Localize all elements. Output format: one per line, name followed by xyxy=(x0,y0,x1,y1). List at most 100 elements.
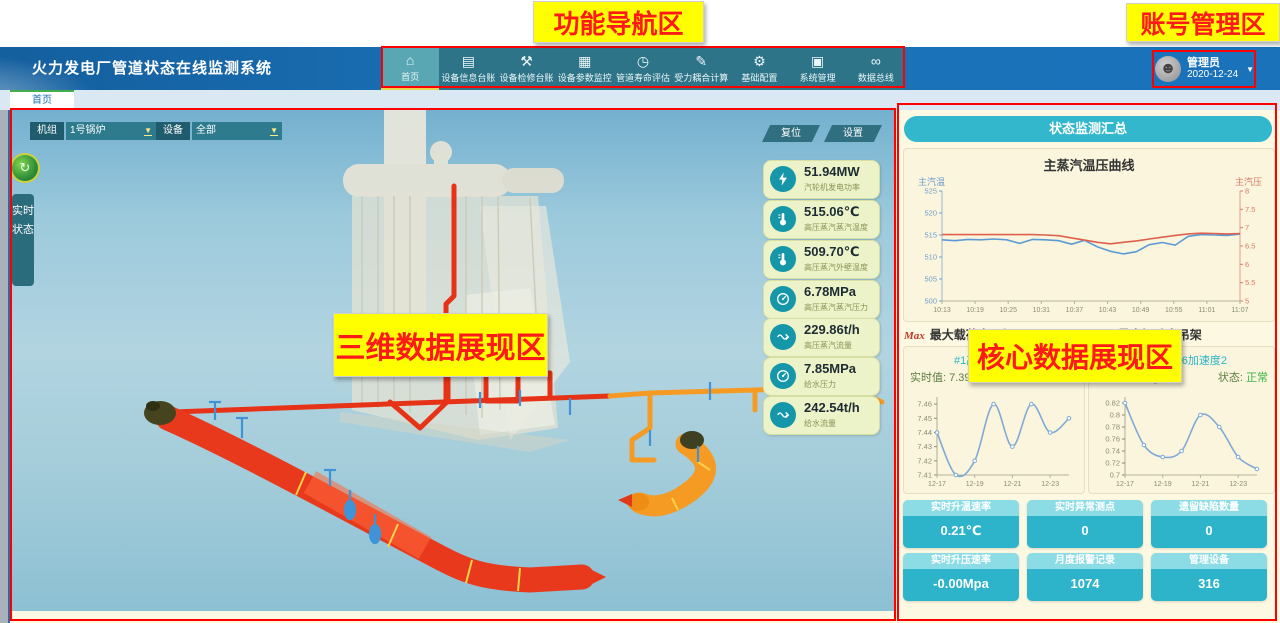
svg-text:12-23: 12-23 xyxy=(1229,481,1247,488)
metric-card-steam-flow: 229.86t/h 高压蒸汽流量 xyxy=(763,318,880,357)
svg-text:7.46: 7.46 xyxy=(917,400,932,409)
refresh-sphere-button[interactable]: ↻ xyxy=(12,155,38,181)
svg-text:10:19: 10:19 xyxy=(966,307,984,314)
svg-text:525: 525 xyxy=(924,187,937,196)
svg-text:515: 515 xyxy=(924,231,937,240)
svg-text:520: 520 xyxy=(924,209,937,218)
svg-text:0.72: 0.72 xyxy=(1105,459,1120,468)
svg-text:6.5: 6.5 xyxy=(1245,242,1255,251)
svg-text:10:43: 10:43 xyxy=(1099,307,1117,314)
svg-text:10:49: 10:49 xyxy=(1132,307,1150,314)
svg-text:0.82: 0.82 xyxy=(1105,399,1120,408)
filter-icon[interactable]: ▼ xyxy=(270,126,278,136)
annotation-label-scene: 三维数据展现区 xyxy=(333,313,548,377)
thermometer-icon xyxy=(770,206,796,232)
annotation-label-core: 核心数据展现区 xyxy=(968,329,1182,383)
chevron-down-icon[interactable]: ▼ xyxy=(1246,65,1254,74)
reset-button[interactable]: 复位 xyxy=(762,125,820,142)
flow-icon xyxy=(770,324,796,350)
tab-bar xyxy=(0,90,1280,111)
account-date: 2020-12-24 xyxy=(1187,69,1238,81)
page-title: 火力发电厂管道状态在线监测系统 xyxy=(32,47,272,90)
nav-item-data-bus[interactable]: ∞ 数据总线 xyxy=(847,47,905,90)
svg-text:6: 6 xyxy=(1245,260,1249,269)
svg-text:11:07: 11:07 xyxy=(1232,307,1249,314)
svg-text:500: 500 xyxy=(924,297,937,306)
filter-icon[interactable]: ▼ xyxy=(144,126,152,136)
svg-text:7.41: 7.41 xyxy=(917,471,932,480)
svg-text:0.8: 0.8 xyxy=(1110,411,1120,420)
nav-item-device-info-ledger[interactable]: ▤ 设备信息台账 xyxy=(439,47,497,90)
svg-text:7.45: 7.45 xyxy=(917,414,932,423)
svg-text:12-23: 12-23 xyxy=(1041,481,1059,488)
flow-icon xyxy=(770,402,796,428)
svg-text:10:31: 10:31 xyxy=(1033,307,1051,314)
settings-button[interactable]: 设置 xyxy=(824,125,882,142)
annotation-label-account: 账号管理区 xyxy=(1126,3,1280,42)
link-icon: ∞ xyxy=(871,53,881,69)
unit-label-chip: 机组 xyxy=(30,122,64,140)
nav-item-home[interactable]: ⌂ 首页 xyxy=(381,47,439,90)
svg-text:10:25: 10:25 xyxy=(999,307,1017,314)
svg-text:0.74: 0.74 xyxy=(1105,447,1120,456)
load-chart-svg: 7.417.427.437.447.457.4612-1712-1912-211… xyxy=(907,389,1079,489)
pen-tool-icon: ✎ xyxy=(695,53,707,69)
tab-home[interactable]: 首页 xyxy=(10,90,74,111)
svg-text:10:55: 10:55 xyxy=(1165,307,1183,314)
metric-card-wall-temp: 509.70℃ 高压蒸汽外壁温度 xyxy=(763,240,880,279)
stat-card-monthly-alarms: 月度报警记录 1074 xyxy=(1027,553,1143,601)
svg-text:510: 510 xyxy=(924,253,937,262)
account-name: 管理员 xyxy=(1187,57,1238,69)
metric-card-generator-power: 51.94MW 汽轮机发电功率 xyxy=(763,160,880,199)
svg-text:505: 505 xyxy=(924,275,937,284)
main-chart-svg: 50050551051552052555.566.577.5810:1310:1… xyxy=(908,185,1270,317)
nav-item-pipe-life-eval[interactable]: ◷ 管道寿命评估 xyxy=(614,47,672,90)
nav-item-device-repair-ledger[interactable]: ⚒ 设备检修台账 xyxy=(497,47,555,90)
unit-select[interactable]: 1号锅炉 ▼ xyxy=(66,122,156,140)
annotation-label-nav: 功能导航区 xyxy=(533,1,704,43)
svg-text:12-19: 12-19 xyxy=(966,481,984,488)
app-window: 火力发电厂管道状态在线监测系统 ⌂ 首页 ▤ 设备信息台账 ⚒ 设备检修台账 ▦… xyxy=(0,0,1280,623)
svg-text:0.78: 0.78 xyxy=(1105,423,1120,432)
svg-text:7.5: 7.5 xyxy=(1245,205,1255,214)
main-chart-title: 主蒸汽温压曲线 xyxy=(904,155,1274,174)
svg-text:0.7: 0.7 xyxy=(1110,471,1120,480)
svg-text:12-17: 12-17 xyxy=(928,481,946,488)
svg-text:0.76: 0.76 xyxy=(1105,435,1120,444)
account-menu[interactable]: ☻ 管理员 2020-12-24 ▼ xyxy=(1155,50,1265,88)
svg-text:7.42: 7.42 xyxy=(917,456,932,465)
nav-item-param-monitor[interactable]: ▦ 设备参数监控 xyxy=(556,47,614,90)
svg-text:10:37: 10:37 xyxy=(1066,307,1084,314)
svg-text:10:13: 10:13 xyxy=(933,307,951,314)
svg-text:8: 8 xyxy=(1245,187,1249,196)
clock-icon: ◷ xyxy=(637,53,649,69)
ledger-icon: ▤ xyxy=(462,53,475,69)
gauge-icon xyxy=(770,363,796,389)
main-nav: ⌂ 首页 ▤ 设备信息台账 ⚒ 设备检修台账 ▦ 设备参数监控 ◷ 管道寿命评估… xyxy=(381,47,905,90)
svg-text:11:01: 11:01 xyxy=(1198,307,1215,314)
avatar: ☻ xyxy=(1155,56,1181,82)
svg-text:7.44: 7.44 xyxy=(917,428,932,437)
bottom-strip xyxy=(10,611,896,623)
home-icon: ⌂ xyxy=(406,52,414,68)
stat-card-abnormal-points: 实时异常测点 0 xyxy=(1027,500,1143,548)
device-label-chip: 设备 xyxy=(156,122,190,140)
tools-icon: ⚒ xyxy=(520,53,533,69)
metric-card-steam-temp: 515.06℃ 高压蒸汽蒸汽温度 xyxy=(763,200,880,239)
monitor-icon: ▦ xyxy=(578,53,591,69)
gear-icon: ⚙ xyxy=(753,53,766,69)
stat-card-managed-devices: 管理设备 316 xyxy=(1151,553,1267,601)
realtime-status-tab[interactable]: 实时状态 xyxy=(12,194,34,286)
nav-item-base-config[interactable]: ⚙ 基础配置 xyxy=(730,47,788,90)
svg-text:5: 5 xyxy=(1245,297,1249,306)
svg-text:7.43: 7.43 xyxy=(917,442,932,451)
stat-card-pressure-rate: 实时升压速率 -0.00Mpa xyxy=(903,553,1019,601)
svg-text:12-21: 12-21 xyxy=(1191,481,1209,488)
nav-item-stress-calc[interactable]: ✎ 受力耦合计算 xyxy=(672,47,730,90)
nav-item-system-admin[interactable]: ▣ 系统管理 xyxy=(789,47,847,90)
svg-text:12-19: 12-19 xyxy=(1154,481,1172,488)
device-select[interactable]: 全部 ▼ xyxy=(192,122,282,140)
main-chart-card: 主蒸汽温压曲线 主汽温 主汽压 50050551051552052555.566… xyxy=(903,148,1275,322)
gauge-icon xyxy=(770,286,796,312)
stat-card-defects: 遗留缺陷数量 0 xyxy=(1151,500,1267,548)
